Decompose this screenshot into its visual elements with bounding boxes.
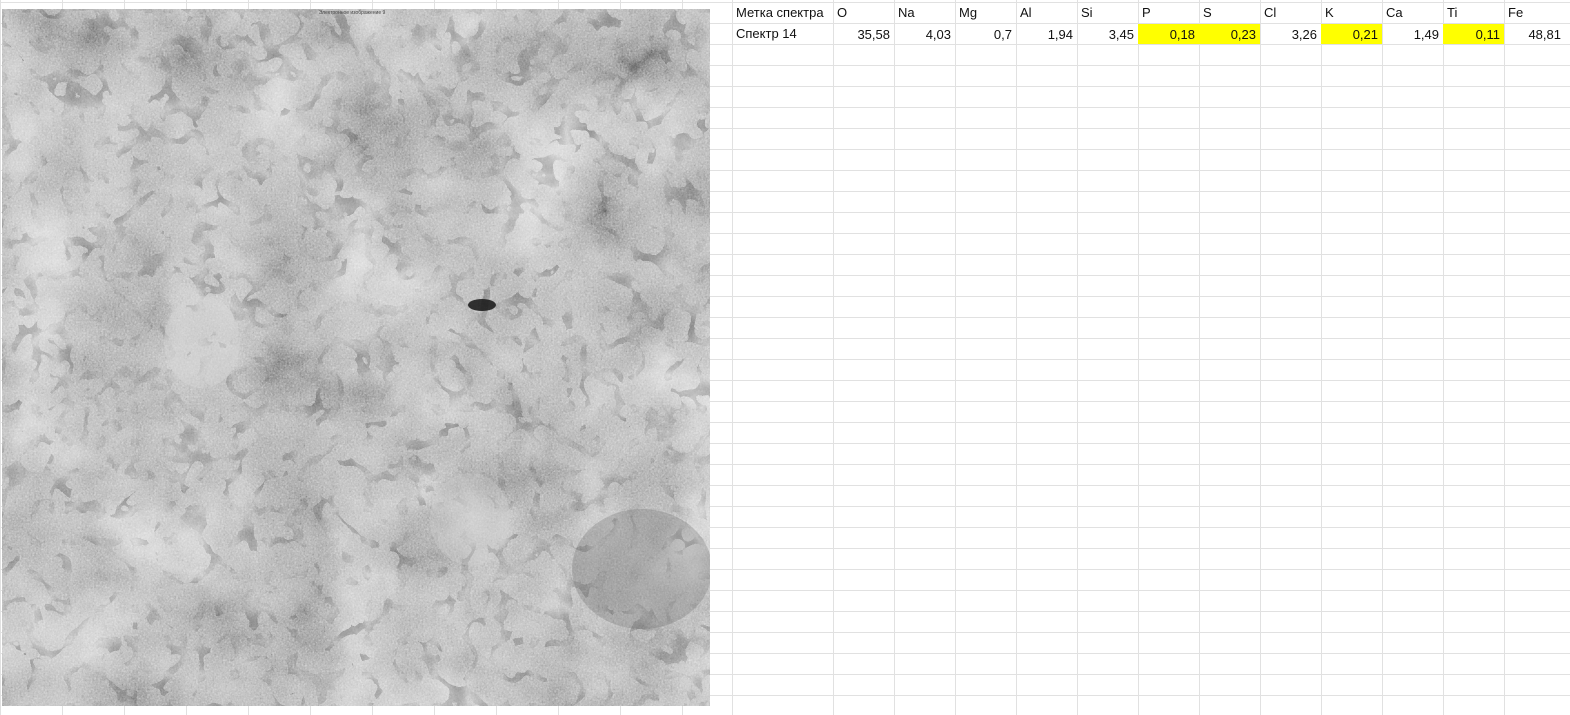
- value-cell-S[interactable]: 0,23: [1199, 24, 1260, 44]
- value-cell-Al[interactable]: 1,94: [1016, 24, 1077, 44]
- sem-image: [2, 9, 710, 706]
- header-element-Ca[interactable]: Ca: [1382, 2, 1443, 23]
- value-cell-Si[interactable]: 3,45: [1077, 24, 1138, 44]
- header-spectrum-label[interactable]: Метка спектра: [732, 2, 833, 23]
- value-cell-Mg[interactable]: 0,7: [955, 24, 1016, 44]
- header-element-O[interactable]: O: [833, 2, 894, 23]
- sem-micrograph[interactable]: Электронное изображение 9: [2, 9, 710, 706]
- header-element-S[interactable]: S: [1199, 2, 1260, 23]
- header-element-Al[interactable]: Al: [1016, 2, 1077, 23]
- header-element-Mg[interactable]: Mg: [955, 2, 1016, 23]
- value-cell-Ca[interactable]: 1,49: [1382, 24, 1443, 44]
- header-element-Si[interactable]: Si: [1077, 2, 1138, 23]
- header-element-Na[interactable]: Na: [894, 2, 955, 23]
- value-cell-O[interactable]: 35,58: [833, 24, 894, 44]
- value-cell-K[interactable]: 0,21: [1321, 24, 1382, 44]
- value-cell-Cl[interactable]: 3,26: [1260, 24, 1321, 44]
- row-spectrum-label[interactable]: Спектр 14: [732, 23, 833, 44]
- spreadsheet-window: Электронное изображение 9 Метка спектра O…: [0, 0, 1570, 715]
- header-element-Fe[interactable]: Fe: [1504, 2, 1565, 23]
- header-element-Cl[interactable]: Cl: [1260, 2, 1321, 23]
- value-cell-Fe[interactable]: 48,81: [1504, 24, 1565, 44]
- value-cell-Na[interactable]: 4,03: [894, 24, 955, 44]
- value-cell-Ti[interactable]: 0,11: [1443, 24, 1504, 44]
- header-element-Ti[interactable]: Ti: [1443, 2, 1504, 23]
- header-element-P[interactable]: P: [1138, 2, 1199, 23]
- header-element-K[interactable]: K: [1321, 2, 1382, 23]
- value-cell-P[interactable]: 0,18: [1138, 24, 1199, 44]
- image-caption: Электронное изображение 9: [318, 10, 386, 16]
